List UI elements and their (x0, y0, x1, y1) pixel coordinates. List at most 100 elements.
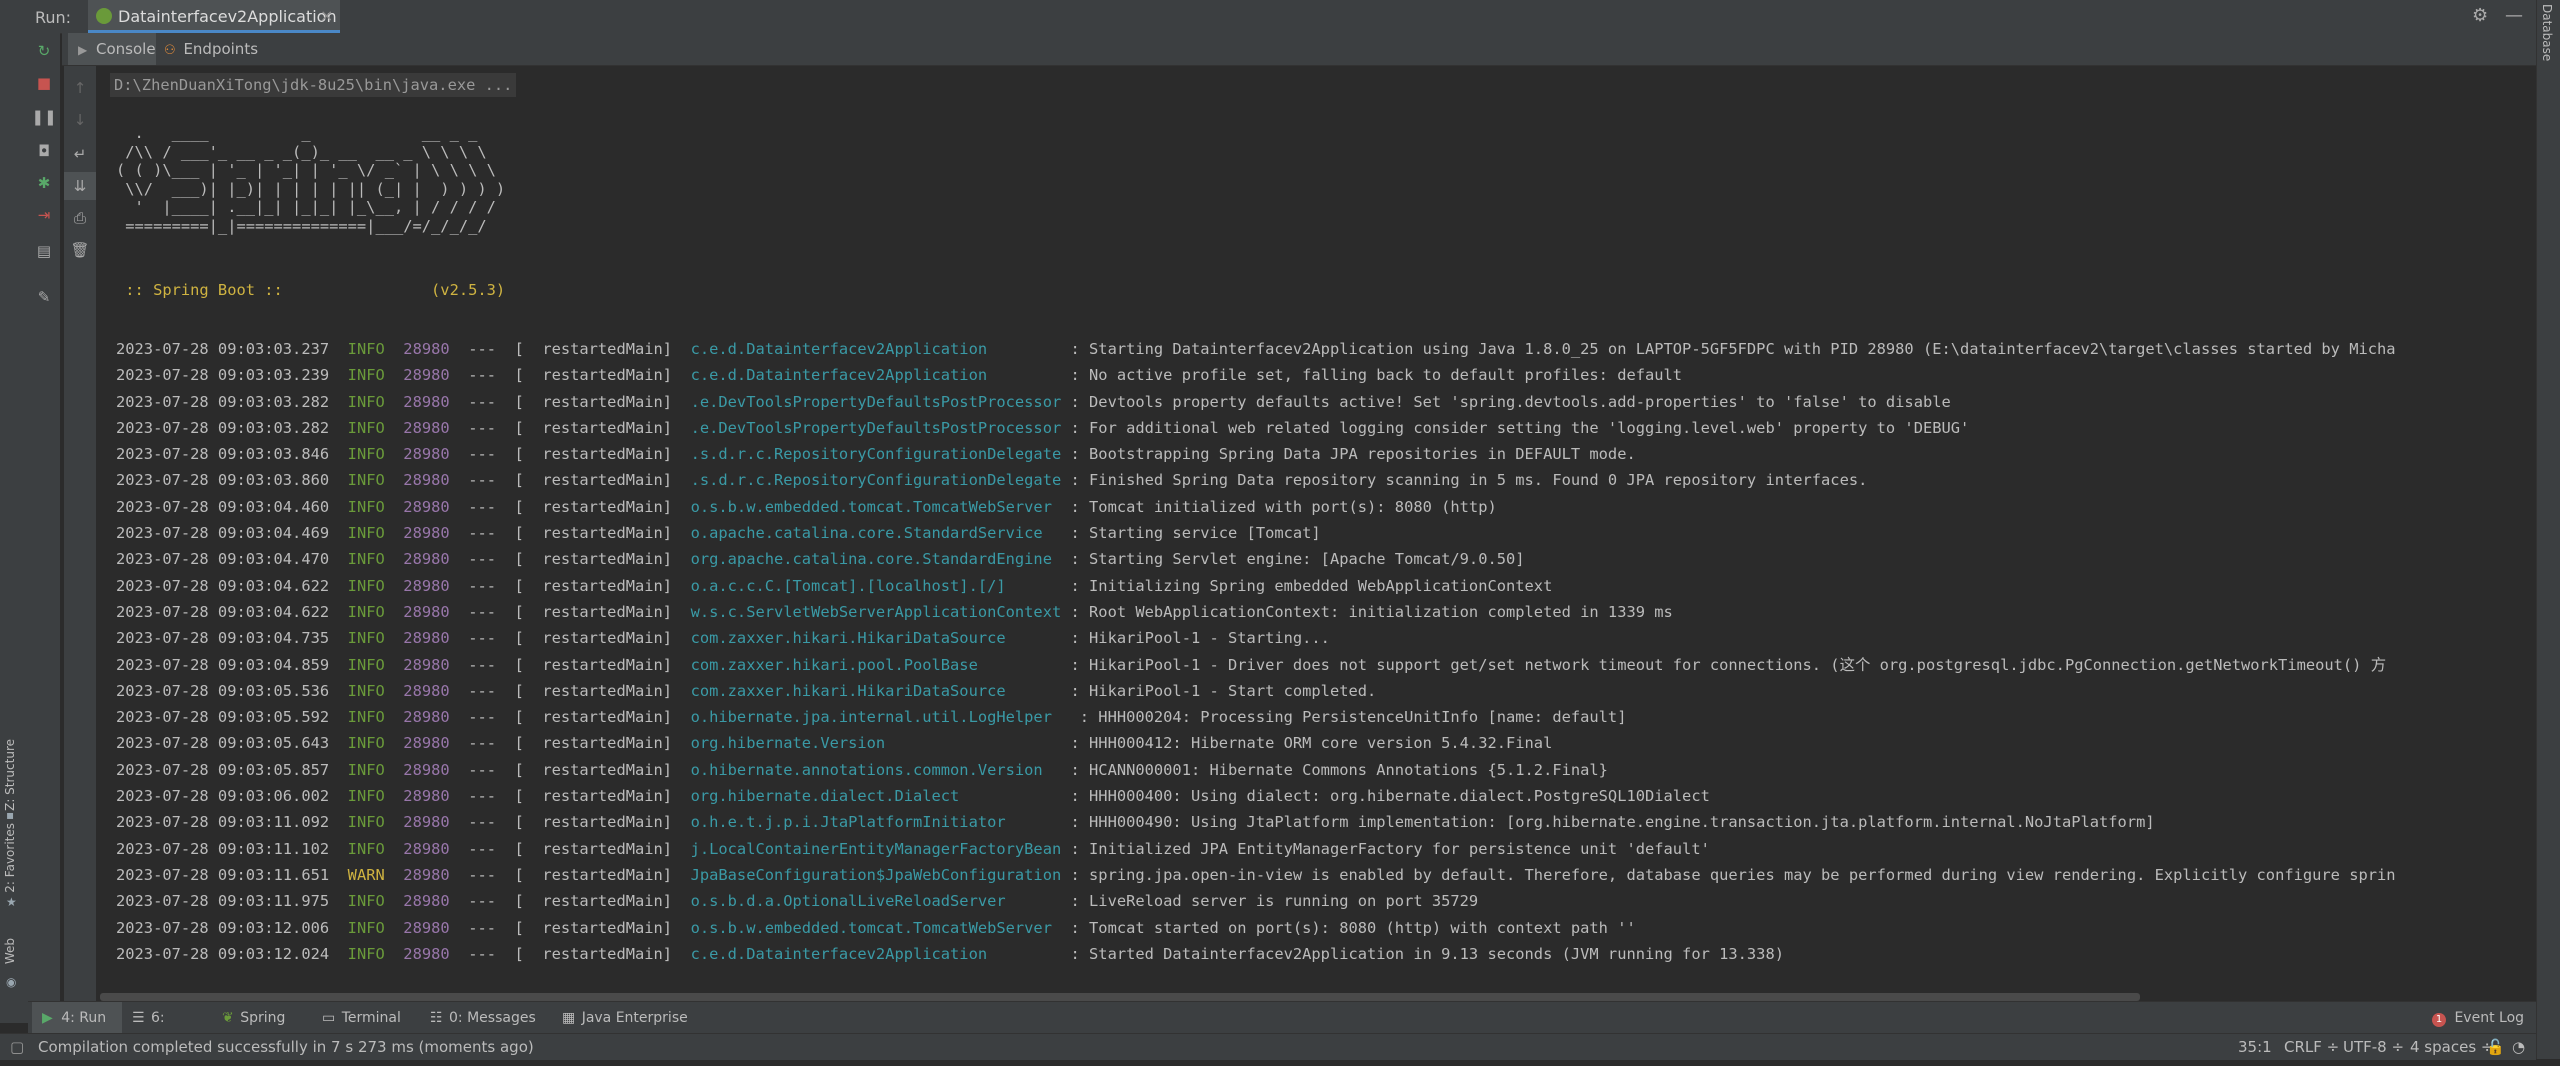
tab-spring[interactable]: ❦ Spring (218, 1002, 298, 1034)
log-thread: --- [ restartedMain] (468, 602, 673, 621)
log-timestamp: 2023-07-28 09:03:12.006 (116, 918, 330, 937)
camera-icon[interactable]: ◘ (28, 137, 60, 165)
print-icon[interactable]: ⎙ (64, 204, 96, 232)
file-encoding[interactable]: UTF-8 ÷ (2343, 1038, 2404, 1056)
scroll-to-end-icon[interactable]: ⇊ (64, 172, 96, 200)
log-logger[interactable]: com.zaxxer.hikari.HikariDataSource (691, 629, 1062, 647)
log-message: : HCANN000001: Hibernate Commons Annotat… (1061, 760, 1608, 779)
web-toolwindow-button[interactable]: Web (3, 938, 17, 964)
line-separator[interactable]: CRLF ÷ (2284, 1038, 2339, 1056)
log-timestamp: 2023-07-28 09:03:05.592 (116, 708, 330, 727)
log-level: INFO (347, 471, 385, 490)
event-log-button[interactable]: 1 Event Log (2428, 1002, 2528, 1034)
log-logger[interactable]: org.apache.catalina.core.StandardEngine (691, 550, 1062, 568)
log-logger[interactable]: o.a.c.c.C.[Tomcat].[localhost].[/] (691, 577, 1062, 595)
layout-icon[interactable]: ▤ (28, 237, 60, 265)
log-logger[interactable]: .s.d.r.c.RepositoryConfigurationDelegate (691, 445, 1062, 463)
log-line: 2023-07-28 09:03:04.469 INFO 28980 --- [… (116, 520, 2396, 546)
tab-endpoints[interactable]: ⚇ Endpoints (158, 33, 268, 65)
log-thread: --- [ restartedMain] (468, 340, 673, 358)
log-pid: 28980 (403, 813, 450, 832)
close-tab-icon[interactable]: × (320, 6, 333, 25)
log-pid: 28980 (403, 366, 450, 385)
log-logger[interactable]: c.e.d.Datainterfacev2Application (691, 945, 1062, 963)
log-thread: --- [ restartedMain] (468, 839, 673, 858)
log-thread: --- [ restartedMain] (468, 865, 673, 884)
log-message: : HHH000412: Hibernate ORM core version … (1061, 734, 1553, 753)
tab-todo[interactable]: ☰ 6: TODO (126, 1002, 208, 1058)
exit-icon[interactable]: ⇥ (28, 201, 60, 229)
log-thread: --- [ restartedMain] (468, 576, 673, 595)
log-logger[interactable]: j.LocalContainerEntityManagerFactoryBean (691, 840, 1062, 858)
tab-terminal[interactable]: ▭ Terminal (320, 1002, 408, 1034)
lock-icon[interactable]: 🔓 (2486, 1038, 2505, 1056)
log-logger[interactable]: w.s.c.ServletWebServerApplicationContext (691, 603, 1062, 621)
tab-run[interactable]: ▶ 4: Run (32, 1002, 122, 1034)
log-logger[interactable]: org.hibernate.dialect.Dialect (691, 787, 1062, 805)
event-icon[interactable]: ◔ (2512, 1038, 2525, 1056)
log-line: 2023-07-28 09:03:04.470 INFO 28980 --- [… (116, 546, 2396, 572)
rerun-icon[interactable]: ↻ (28, 37, 60, 65)
log-timestamp: 2023-07-28 09:03:03.282 (116, 392, 330, 411)
log-logger[interactable]: o.hibernate.jpa.internal.util.LogHelper (691, 708, 1071, 726)
log-level: INFO (347, 550, 385, 569)
log-logger[interactable]: o.h.e.t.j.p.i.JtaPlatformInitiator (691, 813, 1062, 831)
log-logger[interactable]: .e.DevToolsPropertyDefaultsPostProcessor (691, 419, 1062, 437)
log-thread: --- [ restartedMain] (468, 655, 673, 674)
log-logger[interactable]: c.e.d.Datainterfacev2Application (691, 366, 1062, 384)
structure-toolwindow-button[interactable]: Z: Structure (3, 739, 17, 811)
log-logger[interactable]: o.hibernate.annotations.common.Version (691, 761, 1062, 779)
minimize-icon[interactable]: — (2505, 5, 2523, 26)
log-logger[interactable]: org.hibernate.Version (691, 734, 1062, 752)
caret-position[interactable]: 35:1 (2238, 1038, 2272, 1056)
horizontal-scrollbar[interactable] (100, 993, 2140, 1001)
log-timestamp: 2023-07-28 09:03:05.536 (116, 681, 330, 700)
tab-console[interactable]: ▶ Console (68, 33, 156, 65)
database-toolwindow-button[interactable]: Database (2540, 4, 2554, 61)
favorites-toolwindow-button[interactable]: 2: Favorites (3, 823, 17, 893)
log-level: INFO (347, 787, 385, 806)
stop-icon[interactable]: ■ (28, 69, 60, 97)
log-line: 2023-07-28 09:03:05.643 INFO 28980 --- [… (116, 730, 2396, 756)
down-arrow-icon[interactable]: ↓ (64, 106, 96, 134)
tab-java-enterprise[interactable]: ▦ Java Enterprise (560, 1002, 690, 1034)
log-logger[interactable]: com.zaxxer.hikari.HikariDataSource (691, 682, 1062, 700)
tab-messages[interactable]: ☷ 0: Messages (428, 1002, 538, 1034)
up-arrow-icon[interactable]: ↑ (64, 74, 96, 102)
log-logger[interactable]: o.s.b.d.a.OptionalLiveReloadServer (691, 892, 1062, 910)
log-line: 2023-07-28 09:03:04.622 INFO 28980 --- [… (116, 599, 2396, 625)
log-line: 2023-07-28 09:03:05.536 INFO 28980 --- [… (116, 678, 2396, 704)
console-output[interactable]: D:\ZhenDuanXiTong\jdk-8u25\bin\java.exe … (100, 67, 2536, 1001)
log-pid: 28980 (403, 418, 450, 437)
log-message: : HikariPool-1 - Start completed. (1061, 681, 1377, 700)
run-toolbar: ↻ ■ ❚❚ ◘ ✱ ⇥ ▤ ✎ (28, 33, 60, 1001)
indent-setting[interactable]: 4 spaces ÷ (2410, 1038, 2493, 1056)
terminal-icon: ▭ (322, 1010, 336, 1026)
log-logger[interactable]: c.e.d.Datainterfacev2Application (691, 340, 1062, 358)
pin-icon[interactable]: ✎ (28, 283, 60, 311)
log-timestamp: 2023-07-28 09:03:03.237 (116, 340, 330, 358)
trash-icon[interactable]: 🗑 (64, 236, 96, 264)
tab-datainterfacev2-application[interactable]: Datainterfacev2Application × (88, 0, 340, 33)
log-logger[interactable]: .e.DevToolsPropertyDefaultsPostProcessor (691, 393, 1062, 411)
log-message: : For additional web related logging con… (1061, 418, 1970, 437)
log-logger[interactable]: .s.d.r.c.RepositoryConfigurationDelegate (691, 471, 1062, 489)
log-logger[interactable]: com.zaxxer.hikari.pool.PoolBase (691, 656, 1062, 674)
status-message[interactable]: Compilation completed successfully in 7 … (38, 1038, 534, 1056)
log-logger[interactable]: o.s.b.w.embedded.tomcat.TomcatWebServer (691, 498, 1062, 516)
java-enterprise-icon: ▦ (562, 1010, 576, 1026)
log-logger[interactable]: o.s.b.w.embedded.tomcat.TomcatWebServer (691, 919, 1062, 937)
log-line: 2023-07-28 09:03:05.592 INFO 28980 --- [… (116, 704, 2396, 730)
log-logger[interactable]: JpaBaseConfiguration$JpaWebConfiguration (691, 866, 1062, 884)
pause-icon[interactable]: ❚❚ (28, 103, 60, 131)
settings-gear-icon[interactable]: ⚙ (2472, 5, 2488, 26)
log-thread: --- [ restartedMain] (468, 366, 673, 385)
log-line: 2023-07-28 09:03:03.239 INFO 28980 --- [… (116, 362, 2396, 388)
log-thread: --- [ restartedMain] (468, 550, 673, 569)
log-logger[interactable]: o.apache.catalina.core.StandardService (691, 524, 1062, 542)
debug-icon[interactable]: ✱ (28, 169, 60, 197)
log-thread: --- [ restartedMain] (468, 629, 673, 648)
log-message: : HHH000490: Using JtaPlatform implement… (1061, 813, 2155, 832)
soft-wrap-icon[interactable]: ↵ (64, 140, 96, 168)
log-line: 2023-07-28 09:03:12.024 INFO 28980 --- [… (116, 941, 2396, 967)
